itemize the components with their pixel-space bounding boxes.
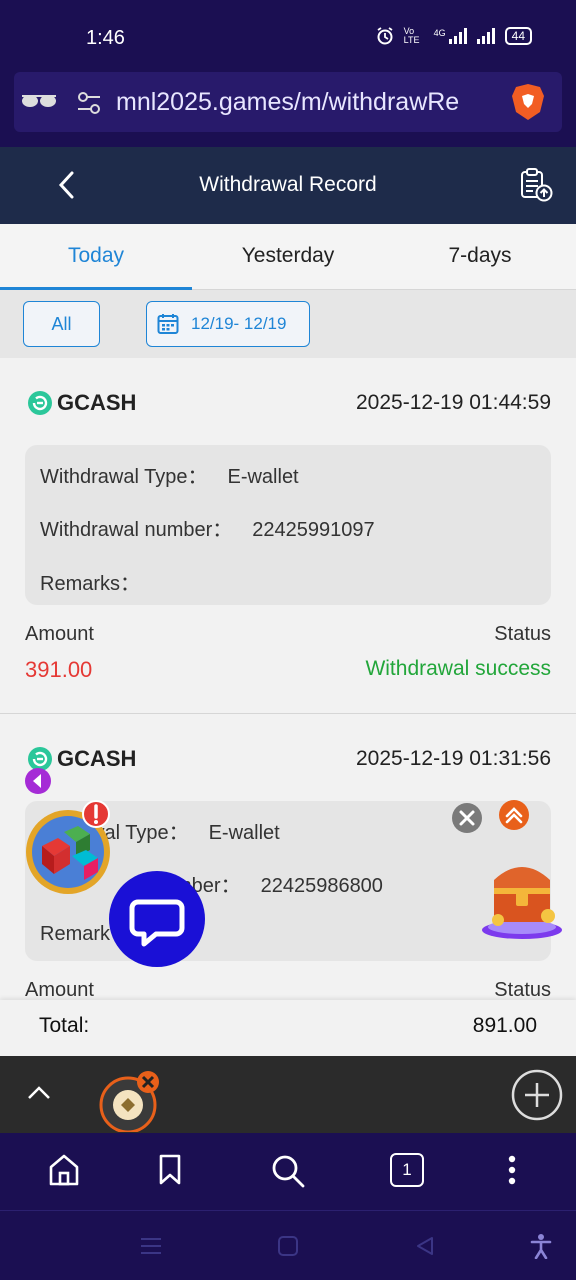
system-nav-bar — [0, 1210, 576, 1280]
signal-2-icon — [476, 28, 495, 44]
withdrawal-type-row: wal Type： E-wallet — [90, 816, 280, 845]
withdrawal-record[interactable]: GCASH 2025-12-19 01:44:59 Withdrawal Typ… — [0, 358, 576, 713]
record-time: 2025-12-19 01:31:56 — [356, 747, 551, 770]
channel-name: GCASH — [57, 390, 137, 415]
filter-row: All 12/19- 12/19 — [0, 290, 576, 358]
tab-yesterday[interactable]: Yesterday — [192, 224, 384, 289]
status-time: 1:46 — [86, 27, 125, 49]
back-button-icon[interactable] — [415, 1236, 435, 1256]
battery-icon: 44 — [504, 27, 532, 45]
browser-tab-strip — [0, 1056, 576, 1133]
filter-all-button[interactable]: All — [23, 301, 100, 347]
withdrawal-type-row: Withdrawal Type： E-wallet — [40, 460, 299, 489]
total-value: 891.00 — [472, 1014, 537, 1037]
status-icons: Vo LTE 4G 44 — [376, 27, 532, 45]
channel-name: GCASH — [57, 746, 137, 771]
remarks-label: Remark — [40, 923, 111, 945]
new-tab-plus-icon[interactable] — [511, 1069, 563, 1121]
records-list[interactable]: GCASH 2025-12-19 01:44:59 Withdrawal Typ… — [0, 358, 576, 1056]
site-settings-icon[interactable] — [76, 90, 102, 116]
volte-indicator: Vo LTE — [403, 26, 420, 45]
live-chat-button[interactable] — [108, 870, 206, 973]
scroll-top-icon[interactable] — [498, 799, 530, 831]
collapse-arrow-icon[interactable] — [24, 767, 52, 795]
alarm-icon — [377, 27, 393, 45]
treasure-chest-icon[interactable] — [480, 850, 564, 940]
total-bar: Total: 891.00 — [0, 1000, 576, 1056]
date-tabs: Today Yesterday 7-days — [0, 224, 576, 290]
amount-value: 391.00 — [25, 657, 93, 682]
browser-bottom-nav: 1 — [0, 1133, 576, 1210]
recent-apps-icon[interactable] — [140, 1236, 162, 1256]
gcash-logo-icon — [28, 391, 52, 415]
amount-label: Amount — [25, 623, 94, 645]
close-promo-icon[interactable] — [451, 802, 483, 834]
private-glasses-icon[interactable] — [20, 90, 58, 112]
search-icon[interactable] — [270, 1153, 306, 1189]
remarks-label: Remarks： — [40, 573, 141, 595]
withdrawal-number-value: 22425986800 — [260, 875, 383, 897]
open-tab-thumbnail[interactable] — [99, 1068, 163, 1132]
network-type: 4G — [433, 28, 446, 38]
accessibility-icon[interactable] — [530, 1233, 552, 1259]
withdrawal-type-value: E-wallet — [227, 466, 299, 488]
tabs-count-button[interactable]: 1 — [390, 1153, 424, 1187]
more-menu-icon[interactable] — [505, 1153, 519, 1187]
chat-bubble-icon[interactable] — [108, 870, 206, 968]
withdrawal-type-label: Withdrawal Type： — [40, 466, 208, 488]
amount-label: Amount — [25, 979, 94, 1001]
browser-url-bar[interactable]: mnl2025.games/m/withdrawRe — [14, 72, 562, 132]
withdrawal-number-row: mber： 22425986800 — [175, 869, 383, 898]
status-value: Withdrawal success — [365, 657, 551, 680]
total-label: Total: — [39, 1014, 90, 1037]
tab-7-days[interactable]: 7-days — [384, 224, 576, 289]
status-label: Status — [494, 623, 551, 645]
remarks-row: Remark — [40, 923, 110, 946]
calendar-icon — [157, 314, 179, 334]
home-icon[interactable] — [48, 1153, 80, 1187]
page-header: Withdrawal Record — [0, 147, 576, 224]
date-range-text: 12/19- 12/19 — [191, 314, 287, 333]
tab-today[interactable]: Today — [0, 224, 192, 290]
status-bar: 1:46 Vo LTE 4G 44 — [0, 0, 576, 76]
withdrawal-number-label: Withdrawal number： — [40, 519, 233, 541]
page-title: Withdrawal Record — [199, 173, 377, 196]
bookmark-icon[interactable] — [158, 1153, 182, 1187]
brave-shield-icon[interactable] — [510, 82, 546, 122]
chevron-up-icon[interactable] — [26, 1080, 52, 1106]
record-details: Withdrawal Type： E-wallet Withdrawal numb… — [25, 445, 551, 605]
clipboard-upload-icon[interactable] — [518, 167, 554, 203]
withdrawal-number-value: 22425991097 — [252, 519, 375, 541]
withdrawal-number-row: Withdrawal number： 22425991097 — [40, 513, 375, 542]
record-time: 2025-12-19 01:44:59 — [356, 391, 551, 414]
home-button-icon[interactable] — [278, 1236, 298, 1256]
url-text[interactable]: mnl2025.games/m/withdrawRe — [116, 88, 496, 117]
status-label: Status — [494, 979, 551, 1001]
game-promo-badge[interactable] — [24, 800, 116, 905]
date-range-button[interactable]: 12/19- 12/19 — [146, 301, 310, 347]
withdrawal-type-value: E-wallet — [208, 822, 280, 844]
remarks-row: Remarks： — [40, 567, 140, 596]
signal-icon: 4G — [434, 28, 467, 44]
dice-game-icon[interactable] — [24, 800, 116, 900]
